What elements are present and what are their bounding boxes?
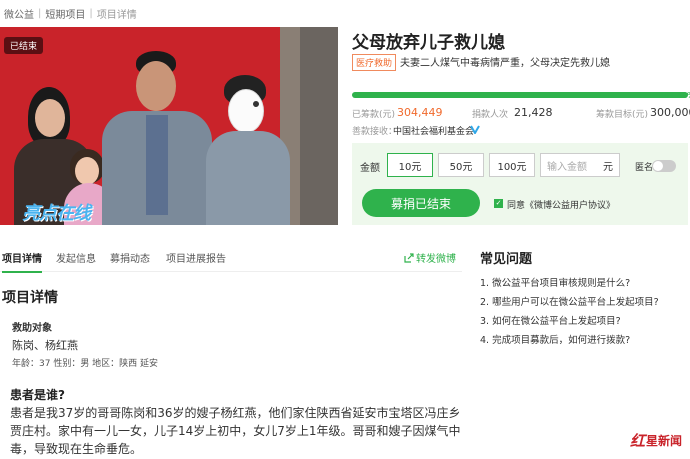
agreement-text[interactable]: 同意《微博公益用户协议》 [507, 198, 615, 211]
breadcrumb-separator: | [38, 8, 42, 19]
progress-bar [352, 92, 688, 98]
tab-initiator-info[interactable]: 发起信息 [56, 250, 96, 271]
anonymous-label: 匿名 [635, 163, 654, 173]
custom-amount-unit: 元 [603, 161, 613, 173]
donate-button[interactable]: 募捐已结束 [362, 189, 480, 217]
help-target-info: 年龄：37 性别：男 地区：陕西 延安 [12, 359, 159, 369]
custom-amount-placeholder: 输入金额 [547, 161, 587, 173]
amount-option-100[interactable]: 100元 [489, 153, 535, 177]
raised-label: 已筹款(元) [352, 110, 396, 120]
share-weibo-link[interactable]: 转发微博 [404, 250, 456, 265]
help-target-names: 陈岗、杨红燕 [12, 339, 78, 352]
detail-tabs: 项目详情 发起信息 募捐动态 项目进展报告 转发微博 [0, 248, 462, 273]
news-logo-red: 红 [630, 432, 646, 450]
tab-donation-updates[interactable]: 募捐动态 [110, 250, 150, 271]
category-tag: 医疗救助 [352, 54, 397, 71]
raised-value: 304,449 [397, 106, 443, 119]
amount-label: 金额 [360, 163, 380, 174]
tab-progress-report[interactable]: 项目进展报告 [166, 250, 226, 271]
receiver-name[interactable]: 中国社会福利基金会 [393, 124, 474, 137]
photo-watermark-logo: 亮点在线 [22, 203, 91, 224]
goal-label: 筹款目标(元) [596, 110, 649, 120]
agreement-checkbox[interactable]: ✓ [494, 199, 503, 208]
verified-icon [470, 125, 480, 134]
faq-item[interactable]: 4. 完成项目募款后，如何进行拨款? [480, 332, 630, 346]
patient-story: 患者是我37岁的哥哥陈岗和36岁的嫂子杨红燕，他们家住陕西省延安市宝塔区冯庄乡贾… [10, 406, 461, 456]
project-title: 父母放弃儿子救儿媳 [352, 33, 505, 53]
donate-panel: 金额 10元 50元 100元 输入金额 元 匿名 募捐已结束 ✓ 同意《微博公… [352, 143, 688, 225]
donors-value: 21,428 [514, 106, 553, 119]
faq-title: 常见问题 [480, 252, 533, 267]
patient-question: 患者是谁? [10, 388, 65, 402]
progress-fill [352, 92, 688, 98]
photo-background-wall [300, 27, 338, 225]
project-photo: 已结束 亮点在线 [0, 27, 338, 225]
anonymous-toggle[interactable] [652, 160, 676, 172]
faq-item[interactable]: 3. 如何在微公益平台上发起项目? [480, 313, 621, 327]
goal-value: 300,000 [650, 106, 690, 119]
breadcrumb-current: 项目详情 [96, 10, 137, 21]
detail-section-title: 项目详情 [2, 290, 58, 306]
share-icon [404, 252, 414, 263]
news-watermark-logo: 红 星新闻 [630, 430, 682, 451]
breadcrumb-separator: | [89, 8, 93, 19]
status-badge: 已结束 [4, 37, 44, 54]
breadcrumb-category-link[interactable]: 短期项目 [45, 6, 85, 21]
custom-amount-input[interactable]: 输入金额 元 [540, 153, 620, 177]
donors-label: 捐款人次 [472, 110, 509, 120]
breadcrumb: 微公益 | 短期项目 | 项目详情 [4, 6, 137, 21]
news-logo-rest: 星新闻 [646, 434, 683, 448]
project-subtitle: 夫妻二人煤气中毒病情严重，父母决定先救儿媳 [400, 58, 610, 69]
faq-item[interactable]: 2. 哪些用户可以在微公益平台上发起项目? [480, 294, 659, 308]
receiver-label: 善款接收： [352, 127, 398, 137]
amount-option-50[interactable]: 50元 [438, 153, 484, 177]
share-weibo-label: 转发微博 [416, 254, 456, 265]
faq-item[interactable]: 1. 微公益平台项目审核规则是什么? [480, 275, 630, 289]
help-target-label: 救助对象 [12, 323, 52, 334]
tab-project-detail[interactable]: 项目详情 [2, 250, 42, 273]
breadcrumb-home-link[interactable]: 微公益 [4, 6, 34, 21]
progress-percent: 101.48% [659, 91, 690, 100]
amount-option-10[interactable]: 10元 [387, 153, 433, 177]
